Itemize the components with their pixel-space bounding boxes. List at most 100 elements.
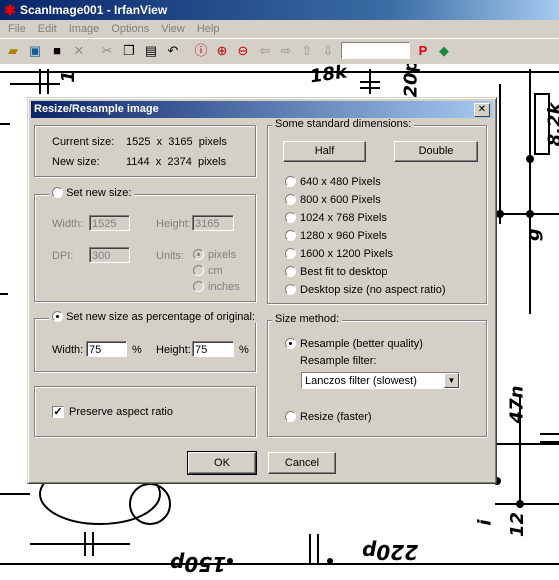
irfanview-app-icon[interactable]: ✱ bbox=[3, 3, 17, 17]
slideshow-icon[interactable]: ▣ bbox=[26, 42, 44, 60]
menu-file[interactable]: File bbox=[0, 20, 32, 35]
double-button[interactable]: Double bbox=[394, 141, 478, 162]
toolbar: ▰ ▣ ■ ✕ ✂ ❐ ▤ ↶ ⓘ ⊕ ⊖ ⇦ ⇨ ⇧ ⇩ P ◆ bbox=[0, 38, 559, 65]
open-folder-icon[interactable]: ▰ bbox=[4, 42, 22, 60]
set-new-size-radio[interactable] bbox=[52, 187, 63, 198]
dpi-field[interactable]: 300 bbox=[89, 247, 130, 263]
resize-label[interactable]: Resize (faster) bbox=[300, 411, 372, 423]
units-pixels-radio[interactable] bbox=[193, 249, 204, 260]
resample-label[interactable]: Resample (better quality) bbox=[300, 338, 423, 350]
dialog-title: Resize/Resample image bbox=[34, 103, 159, 115]
resample-radio[interactable] bbox=[285, 338, 296, 349]
dpi-label: DPI: bbox=[52, 250, 74, 262]
new-size-value: 1144 x 2374 pixels bbox=[126, 156, 227, 168]
desktop-size-label[interactable]: Desktop size (no aspect ratio) bbox=[300, 284, 446, 296]
units-cm-label: cm bbox=[208, 265, 223, 277]
set-new-size-label[interactable]: Set new size: bbox=[66, 187, 131, 199]
resample-filter-select[interactable]: Lanczos filter (slowest) ▼ bbox=[301, 372, 460, 389]
label-1: 1 bbox=[57, 70, 79, 83]
undo-icon[interactable]: ↶ bbox=[164, 42, 182, 60]
units-pixels-label: pixels bbox=[208, 249, 237, 261]
resample-filter-label: Resample filter: bbox=[300, 355, 377, 367]
next-icon[interactable]: ⇨ bbox=[277, 42, 295, 60]
half-button[interactable]: Half bbox=[283, 141, 366, 162]
pct-height-field[interactable]: 75 bbox=[192, 341, 234, 357]
best-fit-label[interactable]: Best fit to desktop bbox=[300, 266, 387, 278]
std-1600-label[interactable]: 1600 x 1200 Pixels bbox=[300, 248, 393, 260]
zoom-in-icon[interactable]: ⊕ bbox=[213, 42, 231, 60]
paste-icon[interactable]: ▤ bbox=[142, 42, 160, 60]
std-1280-label[interactable]: 1280 x 960 Pixels bbox=[300, 230, 387, 242]
last-icon[interactable]: ⇩ bbox=[319, 42, 337, 60]
save-icon[interactable]: ■ bbox=[48, 42, 66, 60]
std-1024-radio[interactable] bbox=[285, 212, 296, 223]
toolbar-text-field[interactable] bbox=[341, 42, 410, 59]
label-8-2k: 8,2k bbox=[544, 102, 559, 147]
units-inches-label: inches bbox=[208, 281, 240, 293]
info-icon[interactable]: ⓘ bbox=[192, 42, 210, 60]
delete-icon[interactable]: ✕ bbox=[70, 42, 88, 60]
window-titlebar: ✱ ScanImage001 - IrfanView bbox=[0, 0, 559, 20]
label-g: g bbox=[522, 228, 544, 241]
label-i: i bbox=[474, 519, 496, 526]
preserve-aspect-checkbox[interactable]: ✓ bbox=[52, 406, 64, 418]
units-label: Units: bbox=[156, 250, 185, 262]
set-new-size-legend: Set new size: bbox=[49, 187, 135, 199]
paint-icon[interactable]: P bbox=[414, 42, 432, 60]
width-label: Width: bbox=[52, 218, 84, 230]
menu-help[interactable]: Help bbox=[191, 20, 226, 35]
pct-width-label: Width: bbox=[52, 344, 84, 356]
standard-dimensions-group: Some standard dimensions: Half Double 64… bbox=[267, 118, 487, 304]
desktop-size-radio[interactable] bbox=[285, 284, 296, 295]
pct-width-field[interactable]: 75 bbox=[86, 341, 127, 357]
previous-icon[interactable]: ⇦ bbox=[256, 42, 274, 60]
copy-icon[interactable]: ❐ bbox=[120, 42, 138, 60]
percentage-legend: Set new size as percentage of original: bbox=[49, 311, 259, 323]
size-method-group: Size method: Resample (better quality) R… bbox=[267, 313, 487, 437]
menu-view[interactable]: View bbox=[155, 20, 191, 35]
label-20p: 20p bbox=[400, 64, 422, 98]
best-fit-radio[interactable] bbox=[285, 266, 296, 277]
units-inches-radio[interactable] bbox=[193, 281, 204, 292]
cancel-button[interactable]: Cancel bbox=[268, 452, 336, 474]
std-640-label[interactable]: 640 x 480 Pixels bbox=[300, 176, 381, 188]
standard-dimensions-legend: Some standard dimensions: bbox=[272, 118, 415, 130]
resize-radio[interactable] bbox=[285, 411, 296, 422]
std-800-label[interactable]: 800 x 600 Pixels bbox=[300, 194, 381, 206]
window-title: ScanImage001 - IrfanView bbox=[20, 3, 168, 17]
resize-dialog: Resize/Resample image ✕ Current size: 15… bbox=[27, 97, 497, 484]
aspect-group: ✓ Preserve aspect ratio bbox=[34, 386, 256, 437]
std-1280-radio[interactable] bbox=[285, 230, 296, 241]
std-1024-label[interactable]: 1024 x 768 Pixels bbox=[300, 212, 387, 224]
ok-button[interactable]: OK bbox=[187, 451, 257, 475]
percentage-radio[interactable] bbox=[52, 311, 63, 322]
units-cm-radio[interactable] bbox=[193, 265, 204, 276]
label-150p: 150p bbox=[170, 552, 227, 576]
pct-height-sign: % bbox=[239, 344, 249, 356]
label-12: 12 bbox=[507, 511, 529, 538]
label-220p: 220p bbox=[362, 540, 419, 564]
menu-image[interactable]: Image bbox=[63, 20, 106, 35]
std-640-radio[interactable] bbox=[285, 176, 296, 187]
first-icon[interactable]: ⇧ bbox=[298, 42, 316, 60]
menu-options[interactable]: Options bbox=[105, 20, 155, 35]
current-size-value: 1525 x 3165 pixels bbox=[126, 136, 227, 148]
about-icon[interactable]: ◆ bbox=[435, 42, 453, 60]
height-label: Height: bbox=[156, 218, 191, 230]
close-icon[interactable]: ✕ bbox=[474, 103, 490, 117]
cut-icon[interactable]: ✂ bbox=[98, 42, 116, 60]
chevron-down-icon[interactable]: ▼ bbox=[444, 373, 459, 388]
preserve-aspect-label[interactable]: Preserve aspect ratio bbox=[69, 406, 173, 418]
menubar: File Edit Image Options View Help bbox=[0, 20, 559, 38]
size-method-legend: Size method: bbox=[272, 313, 343, 325]
zoom-out-icon[interactable]: ⊖ bbox=[234, 42, 252, 60]
set-new-size-group: Set new size: Width: 1525 Height: 3165 D… bbox=[34, 187, 256, 302]
current-size-label: Current size: bbox=[52, 136, 115, 148]
std-800-radio[interactable] bbox=[285, 194, 296, 205]
height-field[interactable]: 3165 bbox=[192, 215, 234, 231]
menu-edit[interactable]: Edit bbox=[32, 20, 63, 35]
label-47n: 47n bbox=[506, 385, 528, 424]
std-1600-radio[interactable] bbox=[285, 248, 296, 259]
width-field[interactable]: 1525 bbox=[89, 215, 130, 231]
percentage-label[interactable]: Set new size as percentage of original: bbox=[66, 311, 255, 323]
